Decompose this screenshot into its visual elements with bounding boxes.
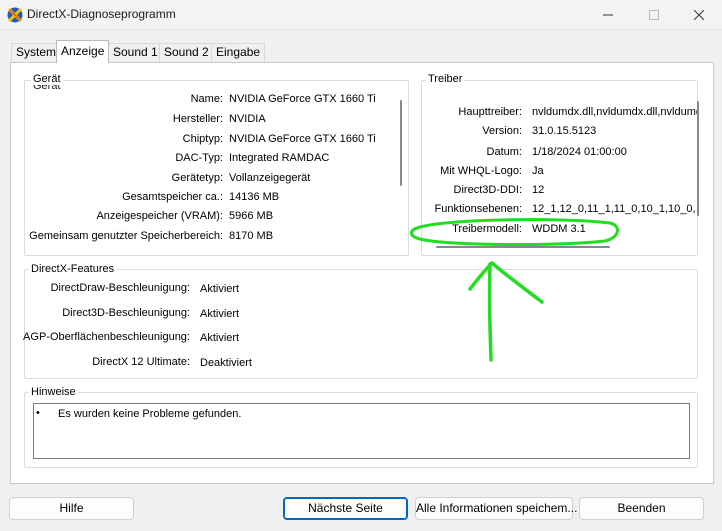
driver-whql-value: Ja <box>532 165 544 177</box>
note-item: Es wurden keine Probleme gefunden. <box>58 408 242 420</box>
tab-system[interactable]: System <box>11 43 62 62</box>
device-chip-value: NVIDIA GeForce GTX 1660 Ti <box>229 133 376 145</box>
driver-feature-levels-label: Funktionsebenen: <box>434 203 522 215</box>
title-bar: DirectX-Diagnoseprogramm <box>0 0 722 30</box>
device-manufacturer-value: NVIDIA <box>229 113 266 125</box>
exit-button[interactable]: Beenden <box>579 497 704 520</box>
device-info-list: Name: NVIDIA GeForce GTX 1660 Ti Herstel… <box>24 93 400 255</box>
tab-anzeige[interactable]: Anzeige <box>56 40 110 63</box>
notes-title: Hinweise <box>29 386 78 398</box>
driver-scrollbar[interactable] <box>697 101 699 216</box>
device-shared-memory-value: 8170 MB <box>229 230 274 242</box>
device-row: Gemeinsam genutzter Speicherbereich: 817… <box>24 230 394 246</box>
directdraw-value: Aktiviert <box>200 283 240 295</box>
notes-box[interactable]: • Es wurden keine Probleme gefunden. <box>33 403 690 459</box>
feature-row: DirectX 12 Ultimate: <box>24 356 194 372</box>
close-icon <box>694 10 704 20</box>
tab-strip: System Anzeige Sound 1 Sound 2 Eingabe <box>0 40 722 63</box>
device-total-memory-value: 14136 MB <box>229 191 280 203</box>
tab-eingabe[interactable]: Eingabe <box>211 43 266 62</box>
minimize-button[interactable] <box>585 0 631 30</box>
driver-group-label: Treiber <box>426 73 465 85</box>
maximize-button[interactable] <box>631 0 677 30</box>
device-row: Gesamtspeicher ca.: 14136 MB <box>24 191 394 207</box>
device-total-memory-label: Gesamtspeicher ca.: <box>122 191 223 203</box>
device-row: Gerätetyp: Vollanzeigegerät <box>24 172 394 188</box>
driver-model-label: Treibermodell: <box>452 223 522 235</box>
driver-row: Treibermodell: WDDM 3.1 <box>422 223 698 239</box>
device-dac-label: DAC-Typ: <box>175 152 223 164</box>
help-button[interactable]: Hilfe <box>9 497 134 520</box>
maximize-icon <box>649 10 659 20</box>
device-row: Chiptyp: NVIDIA GeForce GTX 1660 Ti <box>24 133 394 149</box>
driver-row: Version: 31.0.15.5123 <box>422 125 698 141</box>
directx-features-title: DirectX-Features <box>29 263 117 275</box>
dx12-ultimate-label: DirectX 12 Ultimate: <box>92 356 190 368</box>
device-chip-label: Chiptyp: <box>182 133 223 145</box>
driver-whql-label: Mit WHQL-Logo: <box>440 165 522 177</box>
tab-sound-2[interactable]: Sound 2 <box>159 43 214 62</box>
directdraw-label: DirectDraw-Beschleunigung: <box>50 282 190 294</box>
device-vram-label: Anzeigespeicher (VRAM): <box>96 210 223 222</box>
agp-value: Aktiviert <box>200 332 240 344</box>
minimize-icon <box>603 14 613 16</box>
driver-main-value: nvldumdx.dll,nvldumdx.dll,nvldumd <box>532 106 698 118</box>
device-vram-value: 5966 MB <box>229 210 274 222</box>
feature-row: Direct3D-Beschleunigung: <box>24 307 194 323</box>
driver-date-label: Datum: <box>486 146 522 158</box>
device-row: Name: NVIDIA GeForce GTX 1660 Ti <box>24 93 394 109</box>
driver-main-label: Haupttreiber: <box>458 106 522 118</box>
device-group-label: Gerät <box>31 73 63 85</box>
agp-label: AGP-Oberflächenbeschleunigung: <box>23 331 190 343</box>
feature-row: DirectDraw-Beschleunigung: <box>24 282 194 298</box>
driver-info-list: Haupttreiber: nvldumdx.dll,nvldumdx.dll,… <box>422 106 698 246</box>
driver-version-value: 31.0.15.5123 <box>532 125 597 137</box>
driver-ddi-value: 12 <box>532 184 545 196</box>
driver-ddi-label: Direct3D-DDI: <box>453 184 522 196</box>
next-page-button[interactable]: Nächste Seite <box>283 497 408 520</box>
note-bullet: • <box>36 407 40 419</box>
driver-row: Funktionsebenen: 12_1,12_0,11_1,11_0,10_… <box>422 203 698 219</box>
device-name-label: Name: <box>190 93 223 105</box>
driver-model-value: WDDM 3.1 <box>532 223 586 235</box>
device-row: Anzeigespeicher (VRAM): 5966 MB <box>24 210 394 226</box>
direct3d-value: Aktiviert <box>200 308 240 320</box>
close-button[interactable] <box>676 0 722 30</box>
device-type-label: Gerätetyp: <box>171 172 223 184</box>
driver-row: Haupttreiber: nvldumdx.dll,nvldumdx.dll,… <box>422 106 698 122</box>
driver-row: Mit WHQL-Logo: Ja <box>422 165 698 181</box>
direct3d-label: Direct3D-Beschleunigung: <box>62 307 190 319</box>
driver-horizontal-scrollbar[interactable] <box>436 246 610 248</box>
device-type-value: Vollanzeigegerät <box>229 172 311 184</box>
driver-feature-levels-value: 12_1,12_0,11_1,11_0,10_1,10_0, <box>532 203 696 215</box>
window-title: DirectX-Diagnoseprogramm <box>27 7 176 21</box>
tab-sound-1[interactable]: Sound 1 <box>108 43 163 62</box>
feature-row: AGP-Oberflächenbeschleunigung: <box>23 331 194 347</box>
driver-date-value: 1/18/2024 01:00:00 <box>532 146 627 158</box>
directx-app-icon <box>7 7 23 23</box>
dx12-ultimate-value: Deaktiviert <box>200 357 252 369</box>
device-scrollbar[interactable] <box>400 100 402 186</box>
device-row: Hersteller: NVIDIA <box>24 113 394 129</box>
device-manufacturer-label: Hersteller: <box>172 113 223 125</box>
driver-version-label: Version: <box>482 125 522 137</box>
device-row: DAC-Typ: Integrated RAMDAC <box>24 152 394 168</box>
driver-row: Direct3D-DDI: 12 <box>422 184 698 200</box>
device-shared-memory-label: Gemeinsam genutzter Speicherbereich: <box>29 230 223 242</box>
device-dac-value: Integrated RAMDAC <box>229 152 330 164</box>
save-all-info-button[interactable]: Alle Informationen speichem... <box>415 497 577 520</box>
device-name-value: NVIDIA GeForce GTX 1660 Ti <box>229 93 376 105</box>
driver-row: Datum: 1/18/2024 01:00:00 <box>422 146 698 162</box>
